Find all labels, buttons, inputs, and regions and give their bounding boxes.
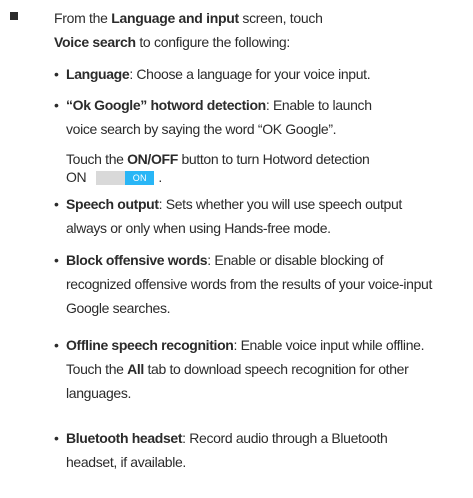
on-off-toggle: ON xyxy=(96,171,155,185)
instruction-text: From the Language and input screen, touc… xyxy=(54,6,473,54)
bullet-dot: • xyxy=(54,252,59,268)
desc-speech-output-2: always or only when using Hands-free mod… xyxy=(66,220,331,236)
toggle-on-label: ON xyxy=(125,171,155,185)
bullet-dot: • xyxy=(54,66,59,82)
term-block-offensive: Block offensive words xyxy=(66,252,208,268)
offline-note-languages: languages. xyxy=(66,385,132,401)
intro-language-input: Language and input xyxy=(111,10,239,26)
desc-bluetooth-2: headset, if available. xyxy=(66,454,186,470)
desc-hotword-2: voice search by saying the word “OK Goog… xyxy=(66,121,337,137)
term-offline-speech: Offline speech recognition xyxy=(66,337,234,353)
intro-pre: From the xyxy=(54,10,112,26)
bullet-dot: • xyxy=(54,196,59,212)
desc-bluetooth-1: : Record audio through a Bluetooth xyxy=(182,430,388,446)
desc-block-offensive-2: recognized offensive words from the resu… xyxy=(66,276,432,292)
bullet-dot: • xyxy=(54,97,59,113)
list-item-language: • Language: Choose a language for your v… xyxy=(54,62,470,86)
intro-voice-search: Voice search xyxy=(54,34,136,50)
term-bluetooth-headset: Bluetooth headset xyxy=(66,430,183,446)
desc-offline-speech: : Enable voice input while offline. xyxy=(233,337,425,353)
bullet-dot: • xyxy=(54,337,59,353)
desc-block-offensive-3: Google searches. xyxy=(66,300,171,316)
intro-post: screen, touch xyxy=(238,10,323,26)
offline-note-pre: Touch the xyxy=(66,361,128,377)
hotword-note-on: ON xyxy=(66,169,87,185)
desc-speech-output-1: : Sets whether you will use speech outpu… xyxy=(158,196,403,212)
hotword-note-post: button to turn Hotword detection xyxy=(177,151,370,167)
term-speech-output: Speech output xyxy=(66,196,159,212)
term-hotword: “Ok Google” hotword detection xyxy=(66,97,266,113)
offline-note-all: All xyxy=(127,361,144,377)
list-item-offline-speech: • Offline speech recognition: Enable voi… xyxy=(54,333,470,405)
square-bullet xyxy=(10,12,18,20)
list-item-bluetooth-headset: • Bluetooth headset: Record audio throug… xyxy=(54,426,470,474)
desc-language: : Choose a language for your voice input… xyxy=(129,66,371,82)
desc-hotword-1: : Enable to launch xyxy=(265,97,372,113)
intro-configure: to configure the following: xyxy=(135,34,291,50)
bullet-dot: • xyxy=(54,430,59,446)
desc-block-offensive-1: : Enable or disable blocking of xyxy=(207,252,384,268)
hotword-note-period: . xyxy=(158,169,162,185)
list-item-block-offensive: • Block offensive words: Enable or disab… xyxy=(54,248,470,320)
offline-note-post: tab to download speech recognition for o… xyxy=(143,361,409,377)
list-item-speech-output: • Speech output: Sets whether you will u… xyxy=(54,192,470,240)
term-language: Language xyxy=(66,66,130,82)
list-item-hotword: • “Ok Google” hotword detection: Enable … xyxy=(54,93,470,189)
manual-page: From the Language and input screen, touc… xyxy=(0,0,473,498)
